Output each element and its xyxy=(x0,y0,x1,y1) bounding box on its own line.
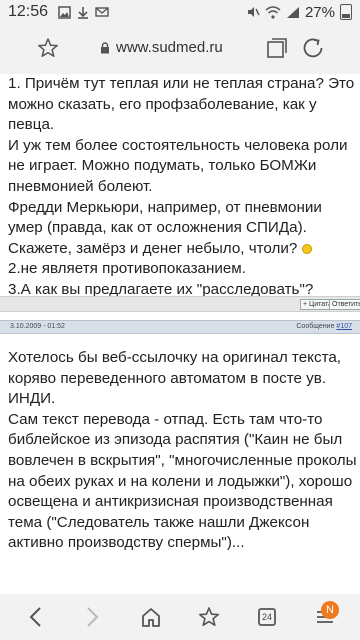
browser-bottom-bar: 24 N xyxy=(0,594,360,640)
reload-icon xyxy=(303,38,323,58)
page-content: 1. Причём тут теплая или не теплая стран… xyxy=(0,74,360,594)
chevron-left-icon xyxy=(29,607,41,627)
forum-post-2: Хотелось бы веб-ссылочку на оригинал тек… xyxy=(8,348,358,554)
post-date: 3.10.2009 - 01:52 xyxy=(10,323,65,330)
reply-button[interactable]: Ответить xyxy=(329,299,360,310)
post-paragraph: Сам текст перевода - отпад. Есть там что… xyxy=(8,410,357,552)
chevron-right-icon xyxy=(87,607,99,627)
bookmarks-button[interactable] xyxy=(197,605,221,629)
home-button[interactable] xyxy=(139,605,163,629)
address-bar[interactable]: www.sudmed.ru xyxy=(100,39,223,56)
tabs-button[interactable]: 24 xyxy=(255,605,279,629)
star-icon xyxy=(38,38,58,57)
gallery-icon xyxy=(58,5,71,19)
post-paragraph: 2.не являетя противопоказанием. xyxy=(8,260,246,278)
menu-button[interactable]: N xyxy=(313,601,339,629)
forward-button[interactable] xyxy=(81,605,105,629)
battery-icon xyxy=(340,4,352,20)
post-paragraph: И уж тем более состоятельность человека … xyxy=(8,136,348,195)
browser-toolbar: www.sudmed.ru xyxy=(0,24,360,74)
tabs-icon xyxy=(267,38,287,58)
post-actions: + Цитата Ответить xyxy=(0,296,360,312)
post-number-link[interactable]: #107 xyxy=(336,323,352,330)
system-icons: 27% xyxy=(246,4,352,21)
forum-post-1: 1. Причём тут теплая или не теплая стран… xyxy=(8,74,358,301)
url-text: www.sudmed.ru xyxy=(116,39,223,56)
tab-switcher-button[interactable] xyxy=(266,37,288,59)
download-icon xyxy=(78,6,89,19)
home-icon xyxy=(142,608,160,627)
signal-icon xyxy=(286,6,299,18)
mute-icon xyxy=(247,7,260,17)
reload-button[interactable] xyxy=(301,36,325,60)
bookmark-star-button[interactable] xyxy=(36,36,60,60)
post-paragraph: 1. Причём тут теплая или не теплая стран… xyxy=(8,75,355,134)
smiley-icon xyxy=(301,243,312,254)
notification-icons xyxy=(58,5,109,19)
post-header: 3.10.2009 - 01:52 Сообщение #107 xyxy=(0,320,360,334)
post-paragraph: Фредди Меркьюри, например, от пневмонии … xyxy=(8,198,322,257)
wifi-icon xyxy=(265,5,281,19)
back-button[interactable] xyxy=(23,605,47,629)
lock-icon xyxy=(100,41,110,54)
post-paragraph: Хотелось бы веб-ссылочку на оригинал тек… xyxy=(8,349,342,408)
status-bar: 12:56 27% xyxy=(0,0,360,24)
post-number: Сообщение #107 xyxy=(296,323,352,330)
tabs-count: 24 xyxy=(258,608,276,626)
notification-badge: N xyxy=(321,601,339,619)
battery-percent: 27% xyxy=(304,3,335,21)
star-icon xyxy=(199,607,219,626)
status-time: 12:56 xyxy=(8,3,49,20)
mail-icon xyxy=(95,7,109,17)
